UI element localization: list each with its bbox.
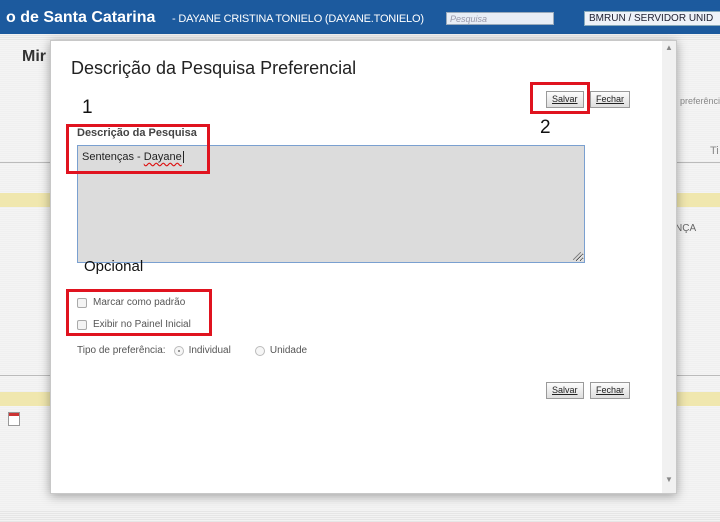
annotation-optional: Opcional bbox=[84, 258, 144, 275]
dialog-title: Descrição da Pesquisa Preferencial bbox=[71, 58, 357, 78]
annotation-number-1: 1 bbox=[82, 97, 93, 118]
top-header-bar: o de Santa Catarina - DAYANE CRISTINA TO… bbox=[0, 0, 720, 34]
dialog-scrollbar[interactable]: ▲ ▼ bbox=[662, 41, 676, 493]
highlight-box-options bbox=[66, 289, 212, 336]
annotation-number-2: 2 bbox=[540, 117, 551, 138]
scroll-up-icon[interactable]: ▲ bbox=[662, 41, 676, 55]
background-doc-icon bbox=[8, 412, 20, 426]
close-button-top[interactable]: Fechar bbox=[590, 91, 631, 108]
radio-individual[interactable] bbox=[173, 345, 184, 356]
radio-unidade-label: Unidade bbox=[269, 345, 308, 356]
highlight-box-description bbox=[66, 124, 210, 174]
unit-selector[interactable]: BMRUN / SERVIDOR UNID bbox=[584, 11, 720, 26]
background-text-ti: Ti bbox=[710, 145, 719, 157]
header-search-input[interactable]: Pesquisa bbox=[446, 12, 554, 25]
organization-title: o de Santa Catarina bbox=[6, 9, 156, 26]
background-text-preferencia: preferênci bbox=[680, 96, 720, 106]
background-text-nca: NÇA bbox=[675, 223, 697, 234]
background-heading: Mir bbox=[22, 48, 46, 65]
radio-unidade[interactable] bbox=[254, 345, 265, 356]
preference-type-label: Tipo de preferência: bbox=[77, 345, 166, 356]
save-button-bottom[interactable]: Salvar bbox=[546, 382, 584, 399]
highlight-box-save bbox=[530, 82, 590, 114]
scroll-down-icon[interactable]: ▼ bbox=[662, 473, 676, 487]
preference-type-group: Tipo de preferência: Individual Unidade bbox=[77, 345, 307, 356]
radio-individual-label: Individual bbox=[188, 345, 231, 356]
resize-handle-icon[interactable] bbox=[573, 252, 581, 260]
user-name: - DAYANE CRISTINA TONIELO (DAYANE.TONIEL… bbox=[172, 13, 424, 25]
close-button-bottom[interactable]: Fechar bbox=[590, 382, 631, 399]
